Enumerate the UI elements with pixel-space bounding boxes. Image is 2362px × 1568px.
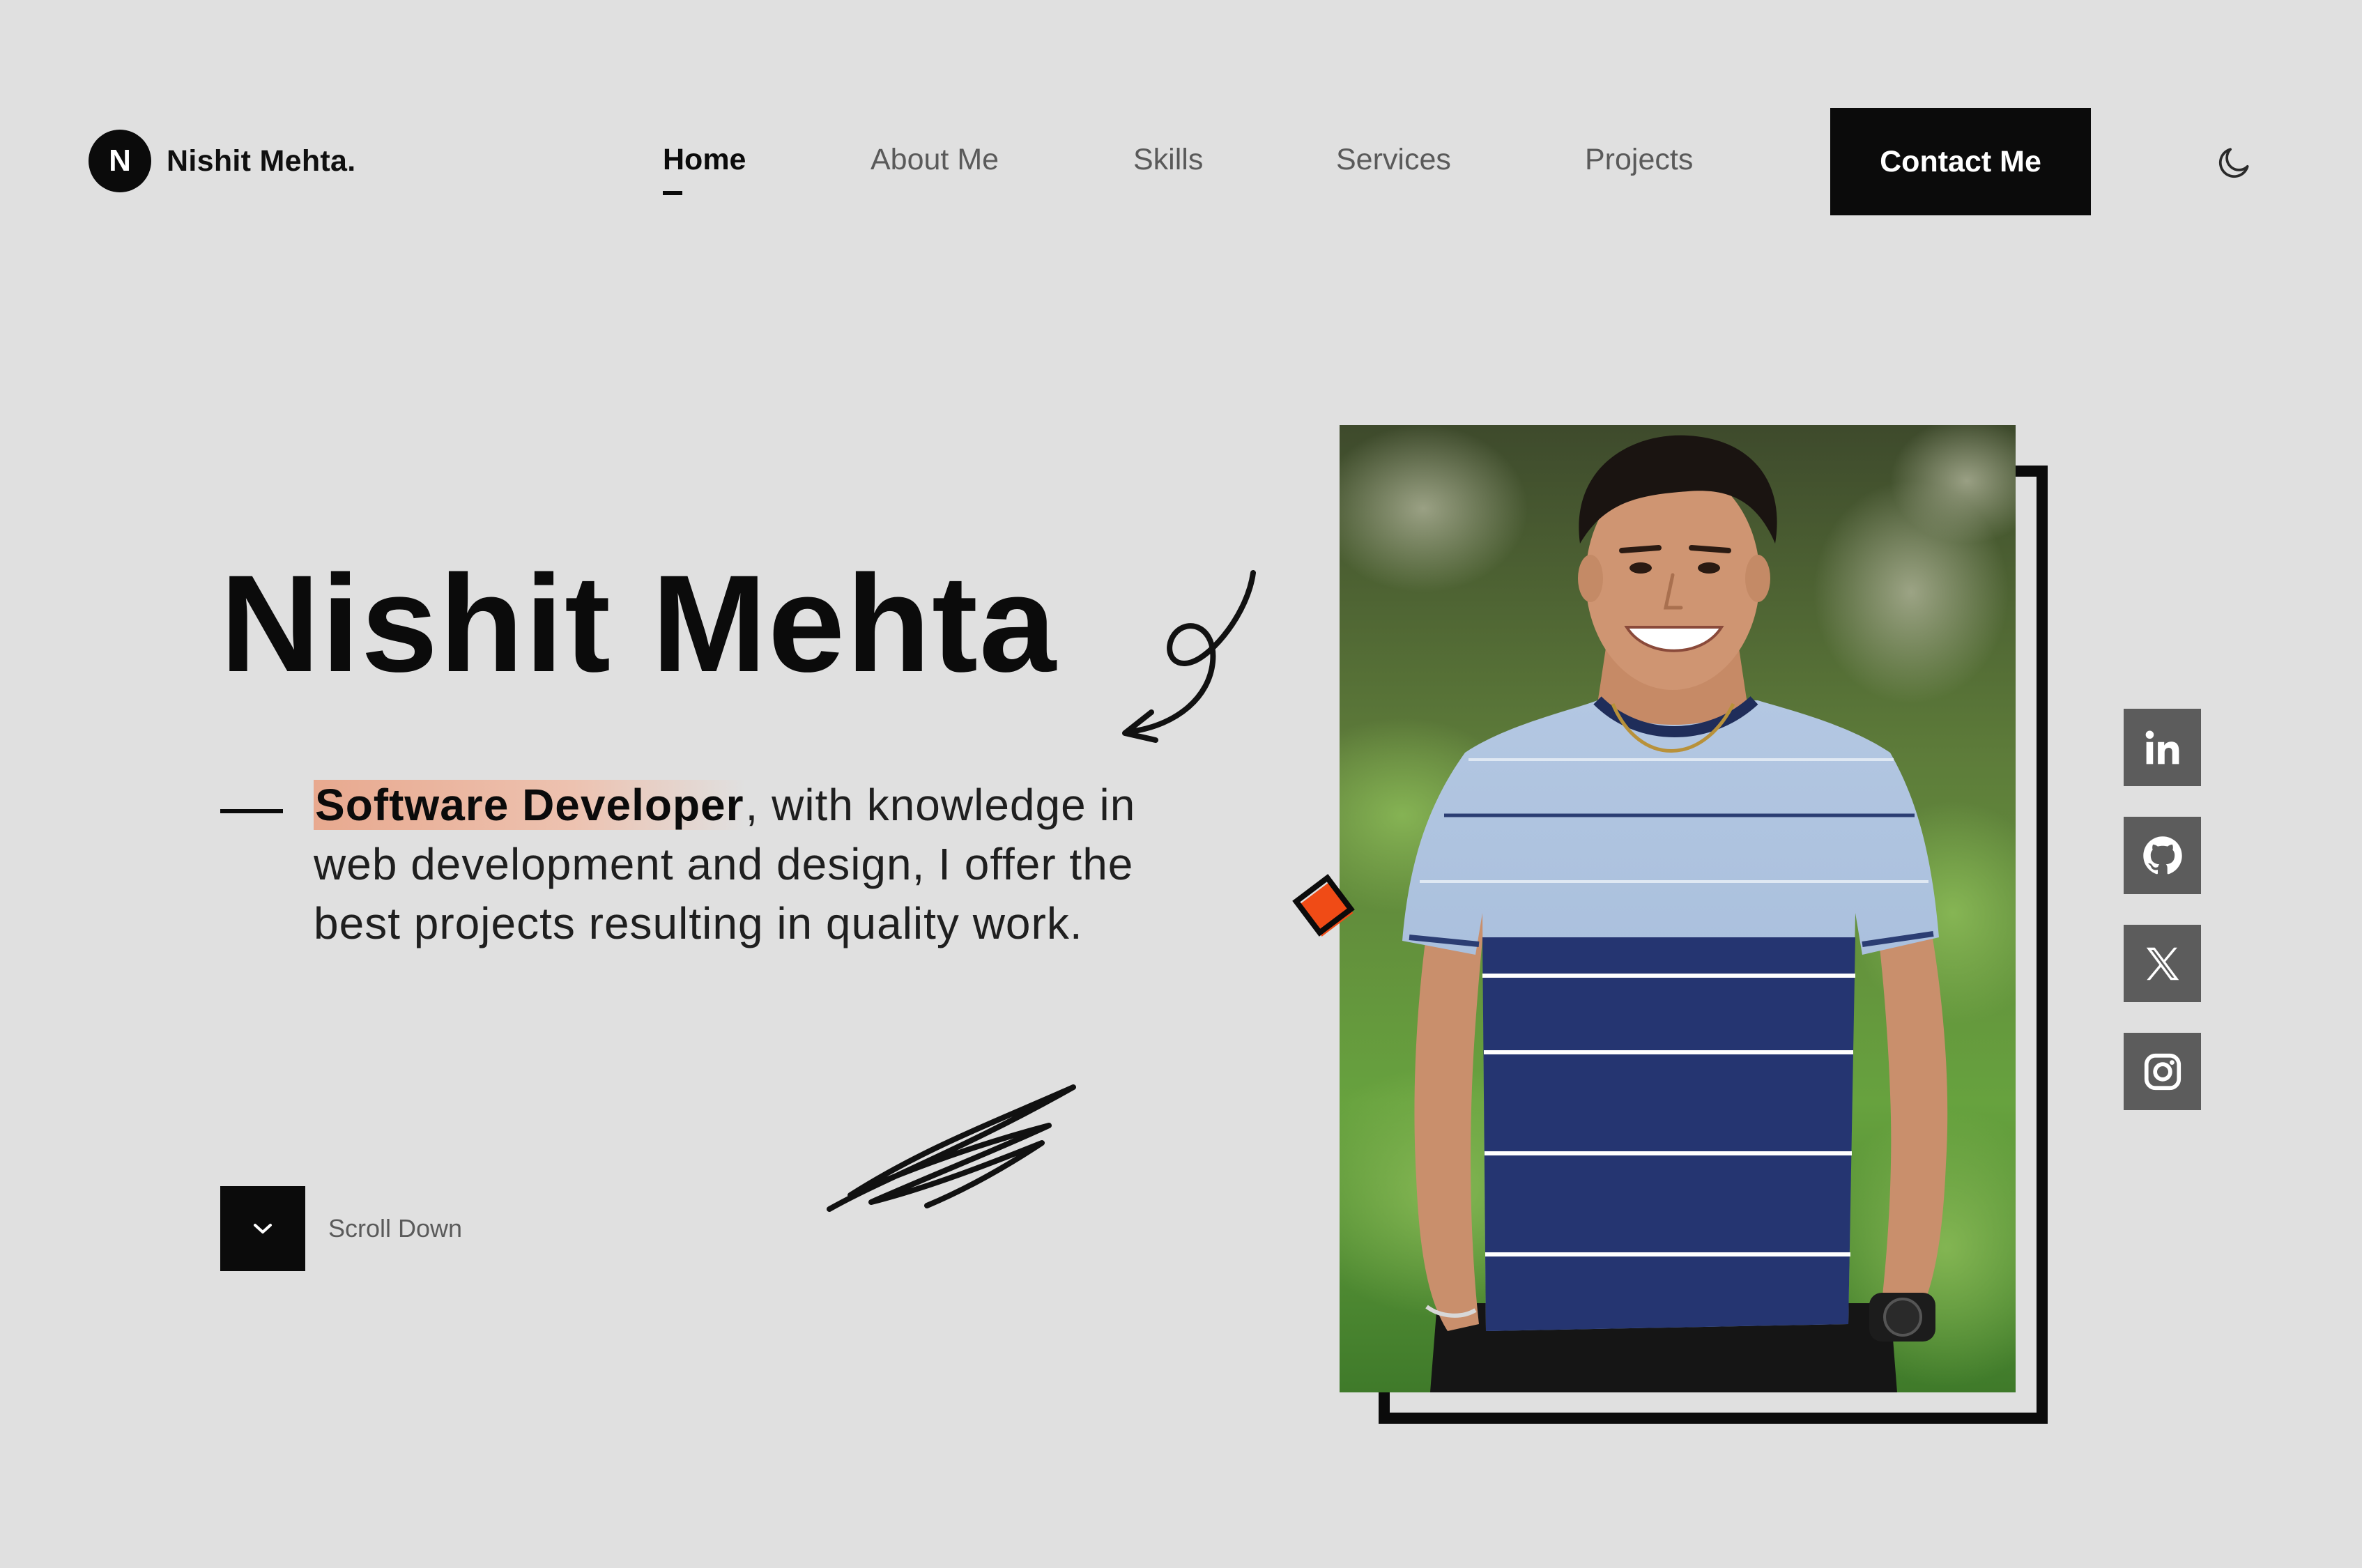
portfolio-page: N Nishit Mehta. Home About Me Skills Ser…	[0, 0, 2362, 1568]
scribble-decoration	[827, 1084, 1076, 1212]
scroll-down-button[interactable]	[220, 1186, 305, 1271]
active-nav-indicator	[663, 191, 682, 195]
bio-highlight: Software Developer	[314, 780, 746, 830]
nav-skills[interactable]: Skills	[1133, 143, 1203, 177]
nav-projects[interactable]: Projects	[1585, 143, 1693, 177]
diamond-decoration	[1292, 874, 1355, 937]
logo-badge: N	[89, 130, 151, 192]
instagram-link[interactable]	[2124, 1033, 2201, 1110]
x-icon	[2146, 947, 2179, 980]
nav-about-me[interactable]: About Me	[871, 143, 999, 177]
hero-name: Nishit Mehta	[220, 546, 1058, 700]
linkedin-link[interactable]	[2124, 709, 2201, 786]
instagram-icon	[2144, 1053, 2181, 1090]
contact-me-button[interactable]: Contact Me	[1830, 108, 2091, 215]
scroll-down-label: Scroll Down	[328, 1214, 463, 1243]
github-icon	[2142, 836, 2182, 874]
profile-photo	[1340, 425, 2016, 1392]
chevron-down-icon	[254, 1224, 272, 1233]
nav-services[interactable]: Services	[1336, 143, 1451, 177]
linkedin-icon	[2145, 730, 2179, 764]
hero-bio: Software Developer, with knowledge in we…	[314, 776, 1136, 953]
logo-text: Nishit Mehta.	[167, 144, 356, 178]
site-logo[interactable]: N Nishit Mehta.	[89, 130, 355, 192]
moon-icon	[2218, 148, 2249, 178]
x-link[interactable]	[2124, 925, 2201, 1002]
theme-toggle[interactable]	[2215, 143, 2254, 182]
swirl-arrow-decoration	[1122, 570, 1256, 743]
nav-home[interactable]: Home	[663, 143, 746, 177]
github-link[interactable]	[2124, 817, 2201, 894]
bio-dash	[220, 809, 283, 813]
